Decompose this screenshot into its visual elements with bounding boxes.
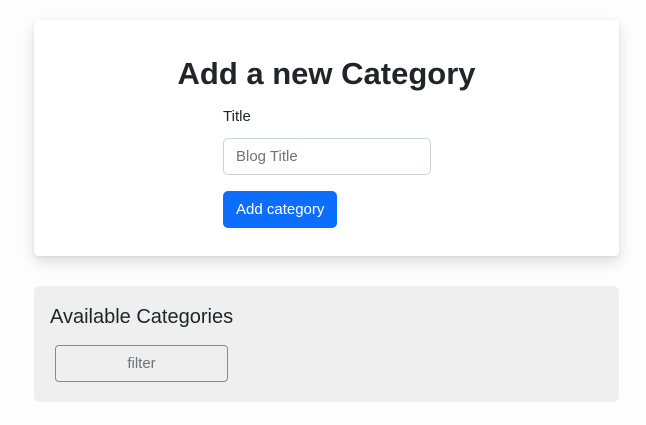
add-category-card: Add a new Category Title Add category bbox=[34, 20, 619, 256]
add-category-form: Title Add category bbox=[223, 108, 431, 228]
available-categories-heading: Available Categories bbox=[50, 306, 234, 328]
filter-input[interactable] bbox=[55, 345, 228, 382]
available-categories-panel: Available Categories bbox=[34, 286, 619, 402]
add-category-button[interactable]: Add category bbox=[223, 191, 338, 228]
title-input[interactable] bbox=[223, 138, 431, 175]
add-category-title: Add a new Category bbox=[177, 56, 476, 91]
page: Add a new Category Title Add category Av… bbox=[0, 0, 646, 425]
title-label: Title bbox=[223, 108, 251, 125]
